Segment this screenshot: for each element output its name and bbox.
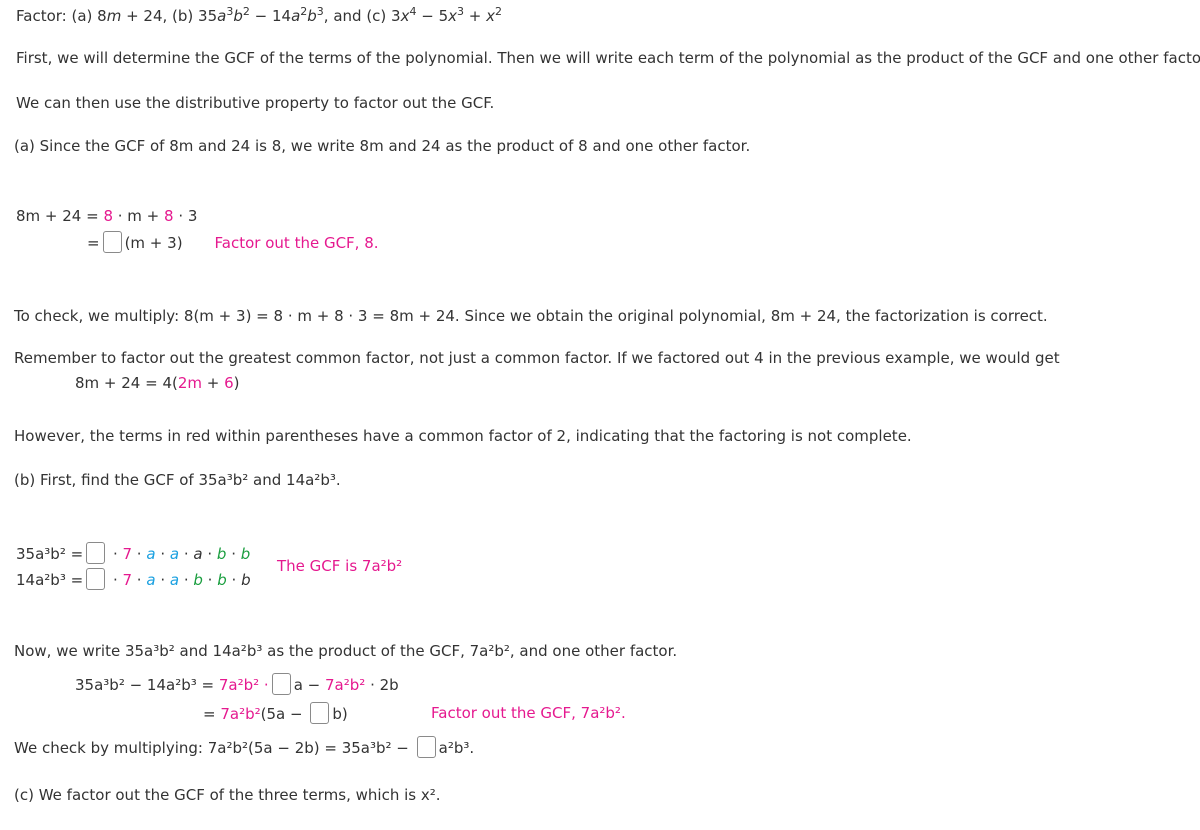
text: 35a³b² = <box>16 545 84 563</box>
remember-equation: 8m + 24 = 4(2m + 6) <box>75 373 240 393</box>
gcf-highlight: 8 <box>103 207 113 225</box>
text: We check by multiplying: 7a²b²(5a − 2b) … <box>14 739 414 757</box>
text: (m + 3) <box>124 234 183 252</box>
check-paragraph-b: We check by multiplying: 7a²b²(5a − 2b) … <box>14 736 474 758</box>
answer-input-box[interactable] <box>310 702 330 724</box>
factor: 7 <box>122 571 133 589</box>
text: 2 <box>242 5 250 18</box>
text: a²b³. <box>438 739 475 757</box>
factor: b <box>241 571 251 589</box>
red-term: 6 <box>224 374 234 392</box>
text: ) <box>233 374 240 392</box>
text: + <box>202 374 225 392</box>
text: (5a − <box>260 705 308 723</box>
part-a-equation-1: 8m + 24 = 8 · m + 8 · 3 <box>16 206 197 226</box>
gcf-highlight: 7a²b² <box>220 705 261 723</box>
text: = <box>87 234 100 252</box>
text: = <box>203 705 221 723</box>
gcf-highlight: 7a²b² · <box>218 676 269 694</box>
factor-row-2: 14a²b³ = · 7 · a · a · b · b · b <box>16 568 251 590</box>
text: x <box>448 7 458 25</box>
gcf-highlight: 8 <box>164 207 174 225</box>
part-b-equation-1: 35a³b² − 14a²b³ = 7a²b² · a − 7a²b² · 2b <box>75 673 399 695</box>
part-b-equation-2: = 7a²b²(5a − b) <box>203 702 348 724</box>
text: 35a³b² − 14a²b³ = <box>75 676 219 694</box>
check-paragraph-a: To check, we multiply: 8(m + 3) = 8 · m … <box>14 307 1048 325</box>
text: a <box>217 7 227 25</box>
text: b <box>307 7 317 25</box>
text: m <box>106 7 122 25</box>
text: + 24, (b) 35 <box>121 7 218 25</box>
text: a <box>291 7 301 25</box>
intro-paragraph-1: First, we will determine the GCF of the … <box>16 49 1200 67</box>
text: b <box>233 7 243 25</box>
factor: a <box>169 545 180 563</box>
answer-input-box[interactable] <box>271 673 291 695</box>
text: , and (c) 3 <box>323 7 401 25</box>
gcf-note: The GCF is 7a²b² <box>277 557 403 575</box>
text: 2 <box>495 5 503 18</box>
text: · m + <box>113 207 165 225</box>
text: + <box>464 7 487 25</box>
text: 3 <box>316 5 324 18</box>
text: b) <box>332 705 348 723</box>
answer-input-box[interactable] <box>102 231 122 253</box>
problem-statement: Factor: (a) 8m + 24, (b) 35a3b2 − 14a2b3… <box>16 6 502 26</box>
step-note-b: Factor out the GCF, 7a²b². <box>431 704 626 722</box>
part-a-equation-2: = (m + 3) Factor out the GCF, 8. <box>87 231 379 253</box>
factor: 7 <box>122 545 133 563</box>
factor: a <box>146 571 156 589</box>
factor: b <box>240 545 251 563</box>
text: 14a²b³ = <box>16 571 84 589</box>
answer-input-box[interactable] <box>416 736 436 758</box>
part-b-intro: (b) First, find the GCF of 35a³b² and 14… <box>14 471 341 489</box>
text: 3 <box>457 5 465 18</box>
factor: a <box>169 571 180 589</box>
factor: b <box>217 571 227 589</box>
intro-paragraph-2: We can then use the distributive propert… <box>16 94 495 112</box>
text: a − <box>293 676 325 694</box>
text: · 3 <box>173 207 198 225</box>
factor: b <box>193 571 203 589</box>
factor: a <box>193 545 203 563</box>
factor: a <box>146 545 156 563</box>
text: · 2b <box>365 676 399 694</box>
text: − 14 <box>249 7 292 25</box>
factor-row-1: 35a³b² = · 7 · a · a · a · b · b <box>16 542 250 564</box>
part-a-intro: (a) Since the GCF of 8m and 24 is 8, we … <box>14 137 751 155</box>
answer-input-box[interactable] <box>86 542 106 564</box>
gcf-highlight: 7a²b² <box>325 676 366 694</box>
part-c-intro: (c) We factor out the GCF of the three t… <box>14 786 441 804</box>
text: 8m + 24 = 4( <box>75 374 178 392</box>
text: Factor: (a) 8 <box>16 7 107 25</box>
answer-input-box[interactable] <box>86 568 106 590</box>
factor: b <box>216 545 227 563</box>
text: 8m + 24 = <box>16 207 104 225</box>
red-term: 2m <box>177 374 203 392</box>
now-write-paragraph: Now, we write 35a³b² and 14a²b³ as the p… <box>14 642 678 660</box>
remember-paragraph: Remember to factor out the greatest comm… <box>14 349 1060 367</box>
text: − 5 <box>416 7 449 25</box>
text: x <box>486 7 496 25</box>
step-note: Factor out the GCF, 8. <box>214 234 379 252</box>
however-paragraph: However, the terms in red within parenth… <box>14 427 912 445</box>
